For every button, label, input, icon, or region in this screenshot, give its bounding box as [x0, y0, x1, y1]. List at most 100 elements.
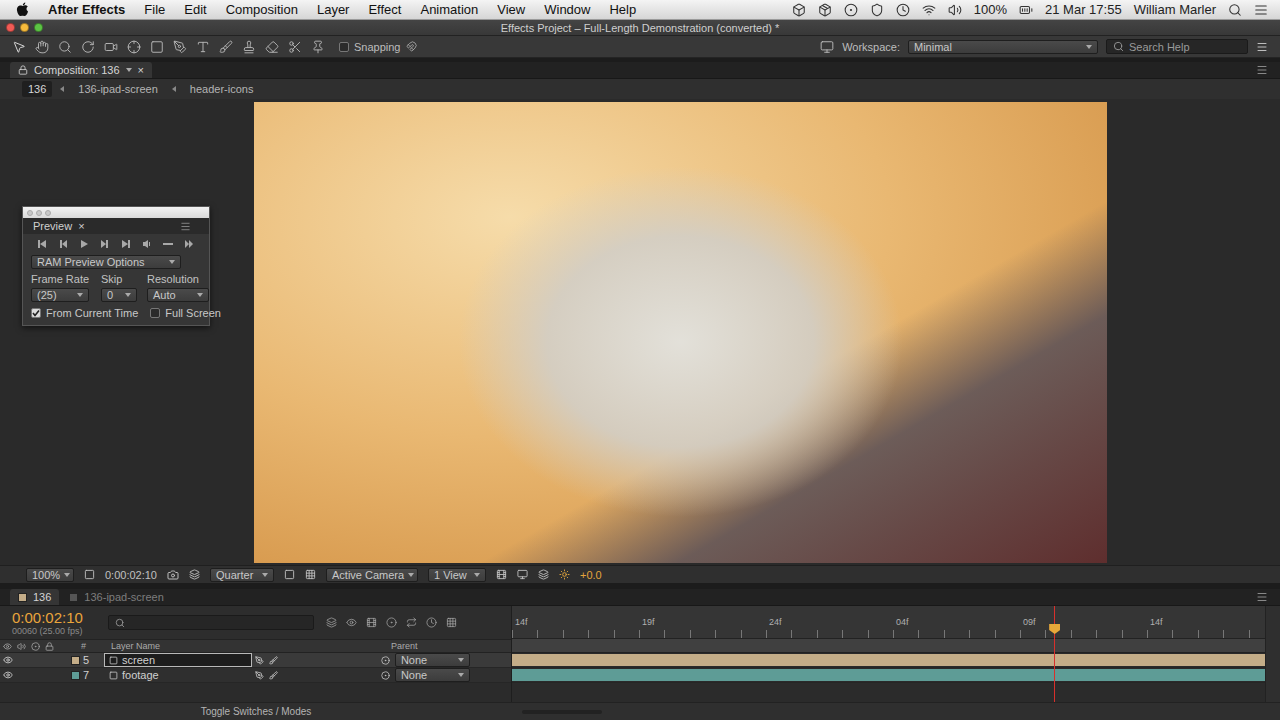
play-icon[interactable] — [79, 239, 89, 249]
zoom-tool-icon[interactable] — [58, 40, 72, 54]
loop-icon[interactable] — [163, 239, 173, 249]
fast-previews-icon[interactable] — [517, 569, 528, 580]
column-heading[interactable]: Parent — [388, 641, 488, 651]
search-help-field[interactable]: Search Help — [1106, 39, 1248, 54]
previous-frame-icon[interactable] — [58, 239, 68, 249]
quality-switch-icon[interactable] — [255, 656, 264, 665]
timeline-graph[interactable]: 14f19f24f04f09f14f — [512, 606, 1265, 702]
pan-behind-tool-icon[interactable] — [127, 40, 141, 54]
graph-editor-icon[interactable] — [446, 617, 457, 628]
camera-tool-icon[interactable] — [104, 40, 118, 54]
quality-switch-icon[interactable] — [255, 671, 264, 680]
effects-switch-icon[interactable] — [269, 656, 278, 665]
apple-logo-icon[interactable] — [16, 2, 29, 17]
snapshot-icon[interactable] — [167, 569, 179, 581]
type-tool-icon[interactable] — [196, 40, 210, 54]
column-heading[interactable]: # — [78, 641, 108, 651]
auto-keyframe-icon[interactable] — [426, 617, 437, 628]
region-of-interest-icon[interactable] — [284, 569, 295, 580]
close-tab-button[interactable]: × — [138, 64, 144, 76]
parent-dropdown[interactable]: None — [395, 653, 470, 667]
field-dropdown[interactable]: (25) — [31, 288, 89, 302]
menu-item[interactable]: Composition — [226, 2, 298, 17]
rotation-tool-icon[interactable] — [81, 40, 95, 54]
menu-item[interactable]: File — [144, 2, 165, 17]
last-frame-icon[interactable] — [121, 239, 131, 249]
clock[interactable]: 21 Mar 17:55 — [1045, 2, 1122, 17]
breadcrumb[interactable]: header-icons — [184, 81, 260, 97]
ram-preview-options-dropdown[interactable]: RAM Preview Options — [31, 255, 181, 269]
exposure-value[interactable]: +0.0 — [580, 569, 602, 581]
column-heading[interactable]: Layer Name — [108, 641, 388, 651]
safe-zones-icon[interactable] — [84, 569, 95, 580]
pixel-aspect-icon[interactable] — [496, 569, 507, 580]
menu-item[interactable]: Window — [544, 2, 590, 17]
label-color-chip[interactable] — [71, 671, 80, 680]
spotlight-icon[interactable] — [1228, 3, 1242, 17]
brush-tool-icon[interactable] — [219, 40, 233, 54]
magnification-dropdown[interactable]: 100% — [26, 568, 74, 582]
panel-menu-icon[interactable] — [1256, 64, 1268, 76]
workspace-dropdown[interactable]: Minimal — [908, 40, 1098, 54]
timeline-tab[interactable]: 136 — [10, 589, 59, 605]
effects-switch-icon[interactable] — [269, 671, 278, 680]
visibility-icon[interactable] — [3, 655, 13, 665]
hide-shy-layers-icon[interactable] — [346, 617, 357, 628]
preview-checkbox[interactable]: From Current Time — [31, 307, 138, 319]
zoom-button[interactable] — [34, 23, 43, 32]
menu-item[interactable]: Effect — [368, 2, 401, 17]
timeline-timecode[interactable]: 0:00:02:10 — [12, 610, 96, 626]
lock-icon[interactable] — [18, 65, 28, 75]
layer-duration-bar[interactable] — [512, 654, 1265, 666]
eraser-tool-icon[interactable] — [265, 40, 279, 54]
wifi-icon[interactable] — [922, 3, 936, 17]
current-time[interactable]: 0:00:02:10 — [105, 569, 157, 581]
dropdown-arrow-icon[interactable] — [126, 68, 132, 72]
ram-preview-icon[interactable] — [184, 239, 194, 249]
field-dropdown[interactable]: 0 — [101, 288, 137, 302]
parent-dropdown[interactable]: None — [395, 668, 470, 682]
audio-icon[interactable] — [142, 239, 152, 249]
roto-brush-tool-icon[interactable] — [288, 40, 302, 54]
resolution-dropdown[interactable]: Quarter — [210, 568, 274, 582]
comp-mini-flowchart-icon[interactable] — [326, 617, 337, 628]
checkbox[interactable] — [150, 308, 160, 318]
preview-checkbox[interactable]: Full Screen — [150, 307, 221, 319]
minimize-button[interactable] — [20, 23, 29, 32]
menu-item[interactable]: Help — [609, 2, 636, 17]
layer-row[interactable]: 7footageNone — [0, 668, 511, 683]
pen-tool-icon[interactable] — [173, 40, 187, 54]
breadcrumb[interactable]: 136-ipad-screen — [72, 81, 164, 97]
time-ruler[interactable]: 14f19f24f04f09f14f — [512, 606, 1265, 639]
battery-icon[interactable] — [1019, 3, 1033, 17]
playhead[interactable] — [1054, 606, 1055, 702]
panel-menu-icon[interactable] — [180, 221, 191, 232]
close-button[interactable] — [6, 23, 15, 32]
checkbox[interactable] — [31, 308, 41, 318]
menu-item[interactable]: Edit — [184, 2, 206, 17]
composition-tab[interactable]: Composition: 136× — [10, 62, 152, 78]
frame-blending-icon[interactable] — [366, 617, 377, 628]
playhead-handle[interactable] — [1049, 624, 1060, 634]
first-frame-icon[interactable] — [37, 239, 47, 249]
rectangle-tool-icon[interactable] — [150, 40, 164, 54]
preview-tab[interactable]: Preview× — [29, 220, 89, 232]
menu-item[interactable]: Animation — [420, 2, 478, 17]
hand-tool-icon[interactable] — [35, 40, 49, 54]
label-color-chip[interactable] — [71, 656, 80, 665]
channel-icon[interactable] — [189, 569, 200, 580]
clone-stamp-tool-icon[interactable] — [242, 40, 256, 54]
checkbox[interactable] — [339, 42, 349, 52]
composition-viewer[interactable]: Preview×RAM Preview OptionsFrame RateSki… — [0, 99, 1280, 565]
view-layout-dropdown[interactable]: 1 View — [428, 568, 486, 582]
flowchart-icon[interactable] — [538, 569, 549, 580]
transparency-grid-icon[interactable] — [305, 569, 316, 580]
camera-dropdown[interactable]: Active Camera — [326, 568, 418, 582]
parent-pick-whip-icon[interactable] — [381, 671, 390, 680]
timeline-tab[interactable]: 136-ipad-screen — [61, 589, 172, 605]
motion-blur-icon[interactable] — [386, 617, 397, 628]
layer-name[interactable]: footage — [104, 668, 252, 682]
puppet-pin-tool-icon[interactable] — [311, 40, 325, 54]
breadcrumb[interactable]: 136 — [22, 81, 52, 97]
selection-tool-icon[interactable] — [12, 40, 26, 54]
